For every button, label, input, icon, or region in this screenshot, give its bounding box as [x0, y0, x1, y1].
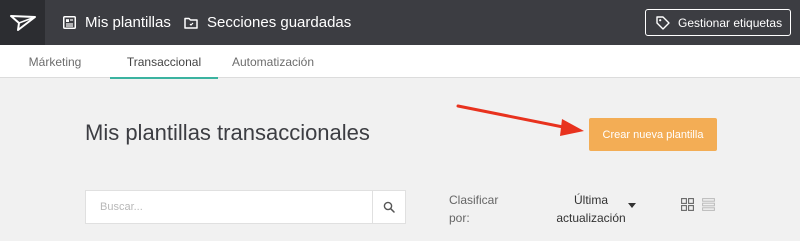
list-view-icon[interactable]: [702, 198, 715, 211]
tab-automatizacion-label: Automatización: [231, 54, 315, 69]
sort-select[interactable]: Última actualización: [541, 191, 641, 227]
nav-secciones-guardadas-label: Secciones guardadas: [207, 14, 352, 31]
sort-label: Clasificar por:: [449, 191, 498, 227]
template-icon: [63, 16, 76, 29]
annotation-arrow: [456, 104, 584, 136]
search-input[interactable]: [86, 191, 372, 223]
tab-automatizacion[interactable]: Automatización: [218, 45, 328, 78]
tab-transaccional-label: Transaccional: [126, 54, 202, 69]
page-title: Mis plantillas transaccionales: [85, 120, 370, 145]
sort-value-line1: Última: [573, 193, 608, 207]
search-box: [85, 190, 406, 224]
tab-transaccional[interactable]: Transaccional: [110, 45, 218, 79]
crear-nueva-plantilla-button[interactable]: Crear nueva plantilla: [589, 118, 717, 151]
nav-mis-plantillas-label: Mis plantillas: [85, 14, 171, 31]
grid-view-icon[interactable]: [681, 198, 694, 211]
sort-label-line1: Clasificar: [449, 193, 499, 207]
gestionar-etiquetas-label: Gestionar etiquetas: [678, 15, 783, 30]
search-button[interactable]: [372, 191, 405, 223]
nav-mis-plantillas[interactable]: Mis plantillas: [63, 0, 171, 45]
search-icon: [383, 201, 395, 213]
sort-label-line2: por:: [449, 211, 470, 225]
tab-marketing-label: Márketing: [28, 54, 82, 69]
chevron-down-icon[interactable]: [628, 203, 636, 208]
gestionar-etiquetas-button[interactable]: Gestionar etiquetas: [645, 9, 791, 36]
tab-marketing[interactable]: Márketing: [0, 45, 110, 78]
tag-icon: [656, 15, 670, 30]
crear-nueva-plantilla-label: Crear nueva plantilla: [602, 128, 704, 141]
tab-bar: Márketing Transaccional Automatización: [0, 45, 800, 79]
sort-value-line2: actualización: [556, 211, 626, 225]
logo[interactable]: [0, 0, 45, 45]
folder-icon: [184, 17, 198, 29]
top-navbar: Mis plantillas Secciones guardadas Gesti…: [0, 0, 800, 45]
paper-plane-icon: [9, 14, 36, 31]
nav-secciones-guardadas[interactable]: Secciones guardadas: [184, 0, 351, 45]
